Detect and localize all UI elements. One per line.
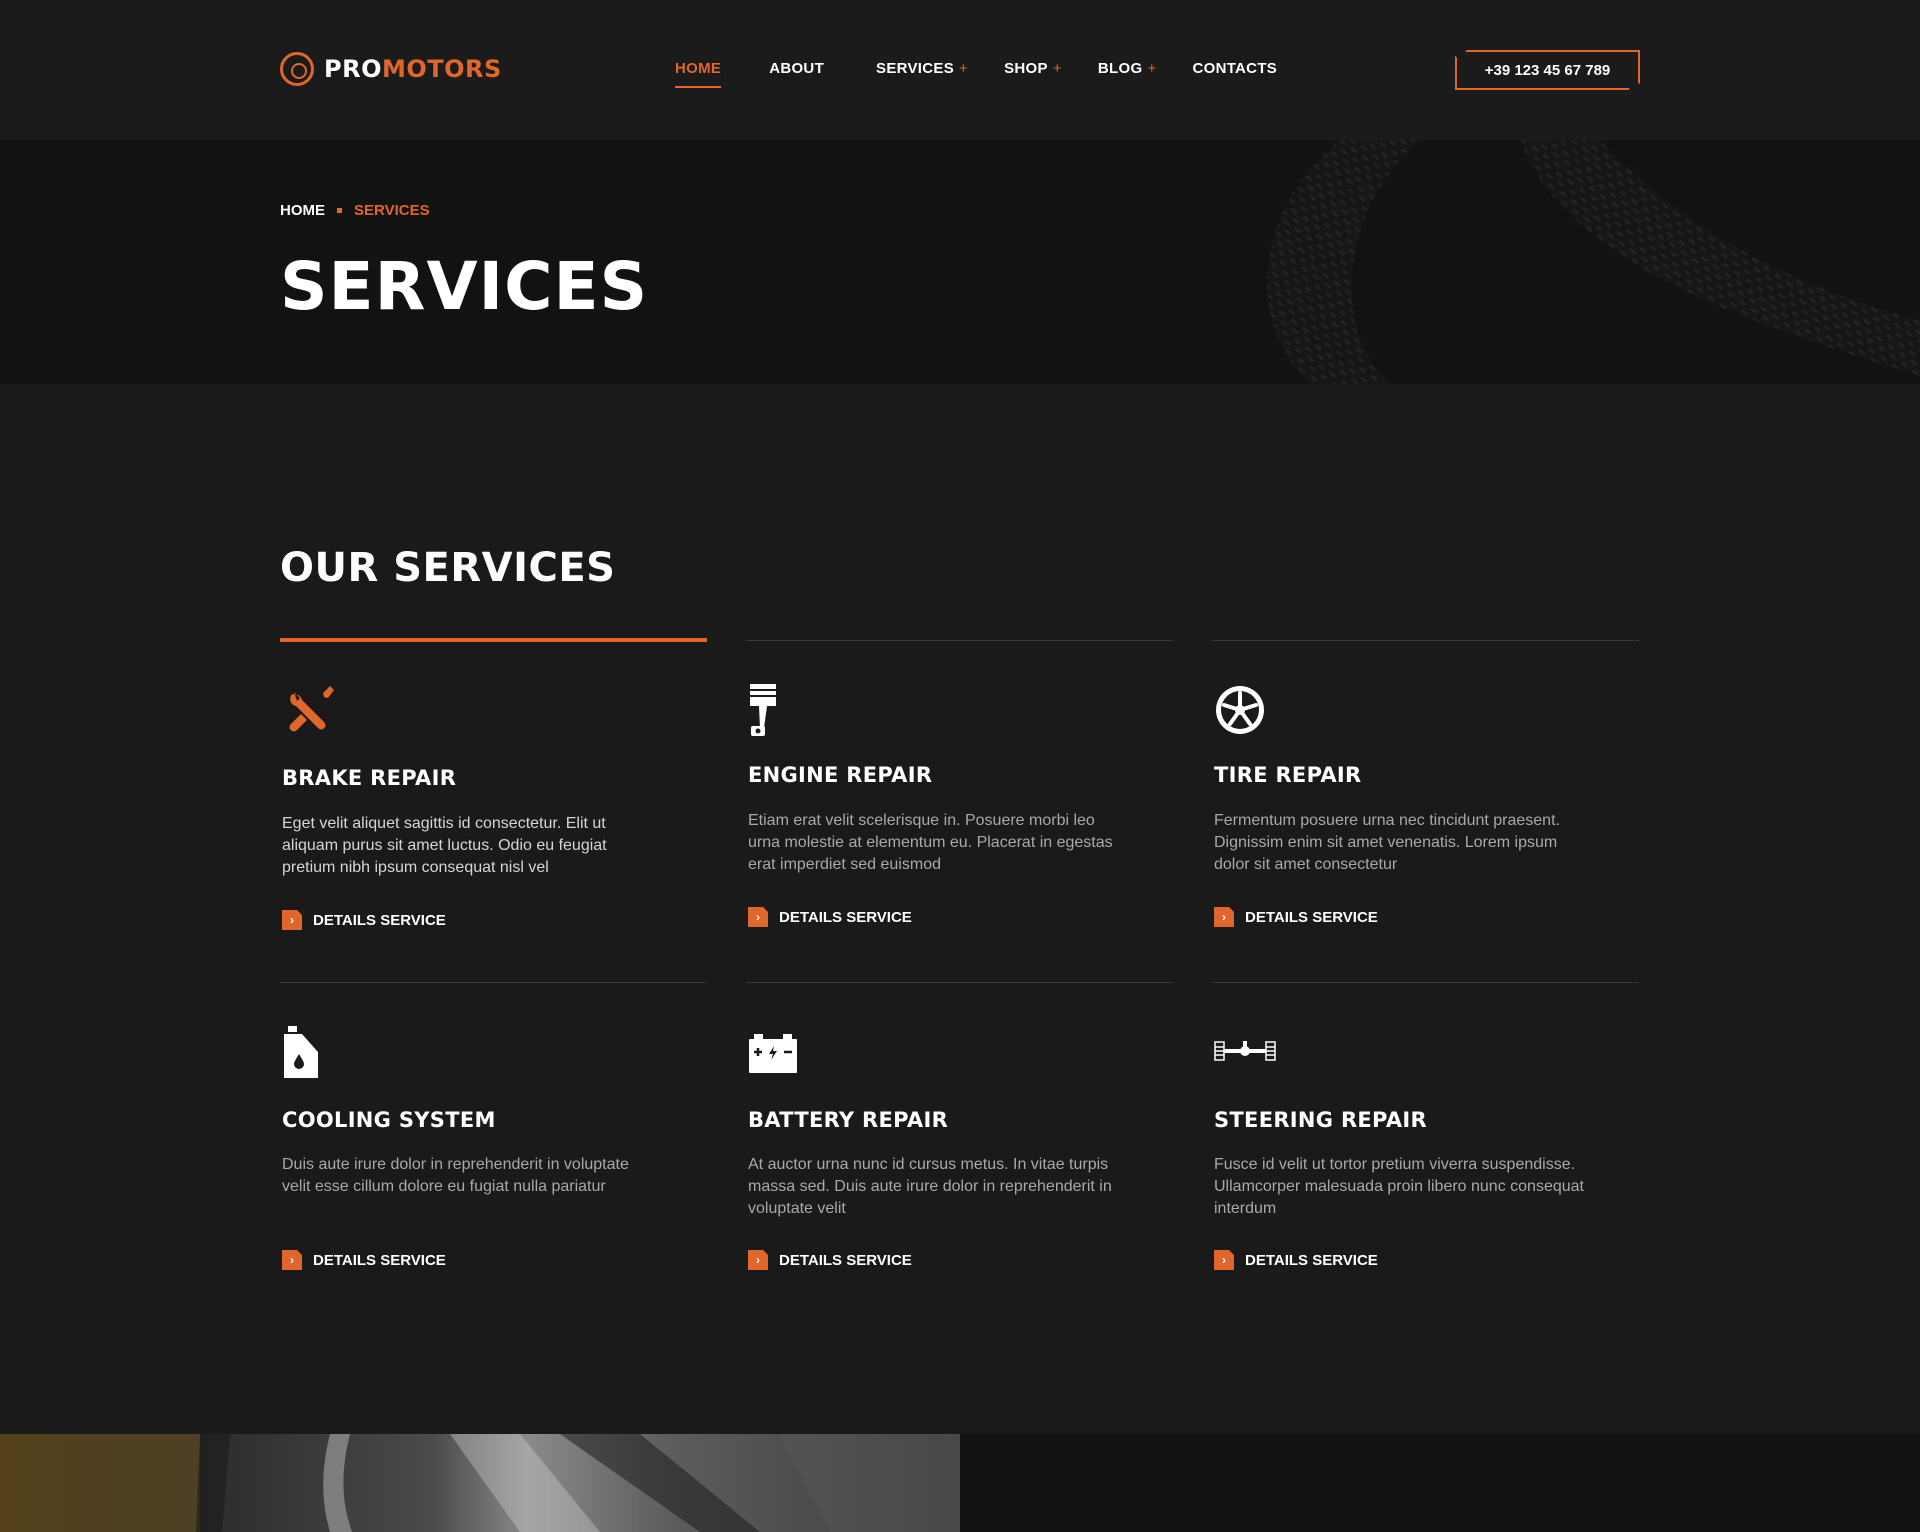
- nav-item-contacts[interactable]: CONTACTS: [1192, 60, 1277, 77]
- service-card-brake: BRAKE REPAIR Eget velit aliquet sagittis…: [280, 638, 710, 940]
- service-card-cooling: COOLING SYSTEM Duis aute irure dolor in …: [280, 982, 710, 1282]
- phone-number: +39 123 45 67 789: [1484, 61, 1611, 79]
- link-label: DETAILS SERVICE: [1245, 1251, 1378, 1269]
- link-label: DETAILS SERVICE: [313, 911, 446, 929]
- nav-item-label: SERVICES: [876, 60, 955, 77]
- card-divider: [280, 982, 707, 983]
- car-wheel-photo: [0, 1434, 960, 1532]
- service-card-steering: STEERING REPAIR Fusce id velit ut tortor…: [1212, 982, 1642, 1282]
- nav-item-label: ABOUT: [769, 60, 825, 77]
- card-title: COOLING SYSTEM: [282, 1108, 496, 1132]
- page-title-band: HOME SERVICES SERVICES: [0, 140, 1920, 384]
- card-description: Etiam erat velit scelerisque in. Posuere…: [748, 812, 1113, 873]
- submenu-plus-icon: +: [1147, 60, 1157, 77]
- breadcrumb-separator: [337, 208, 342, 213]
- card-description: Duis aute irure dolor in reprehenderit i…: [282, 1156, 629, 1195]
- logo[interactable]: PROMOTORS: [280, 52, 502, 86]
- service-card-battery: BATTERY REPAIR At auctor urna nunc id cu…: [746, 982, 1176, 1282]
- card-accent-line: [280, 638, 707, 642]
- arrow-right-icon: ›: [282, 910, 302, 930]
- axle-icon: [1214, 1041, 1276, 1061]
- tire-track-decoration: [1267, 140, 1920, 384]
- nav-item-blog[interactable]: BLOG +: [1098, 60, 1157, 77]
- card-divider: [1212, 640, 1639, 641]
- arrow-right-icon: ›: [1214, 1250, 1234, 1270]
- arrow-right-icon: ›: [748, 907, 768, 927]
- submenu-plus-icon: +: [1052, 60, 1062, 77]
- dark-panel: [960, 1434, 1920, 1532]
- card-description: At auctor urna nunc id cursus metus. In …: [748, 1156, 1112, 1217]
- breadcrumb-home-link[interactable]: HOME: [280, 202, 325, 219]
- card-title: TIRE REPAIR: [1214, 763, 1362, 787]
- car-wheel-photo-shapes: [0, 1434, 960, 1532]
- arrow-right-icon: ›: [1214, 907, 1234, 927]
- details-service-link[interactable]: › DETAILS SERVICE: [748, 907, 912, 927]
- arrow-right-icon: ›: [282, 1250, 302, 1270]
- card-divider: [746, 982, 1173, 983]
- card-divider: [1212, 982, 1639, 983]
- card-description: Eget velit aliquet sagittis id consectet…: [282, 815, 607, 876]
- wrench-screwdriver-icon: [289, 686, 334, 732]
- nav-item-services[interactable]: SERVICES +: [876, 60, 968, 77]
- nav-item-label: BLOG: [1097, 60, 1143, 77]
- arrow-right-icon: ›: [748, 1250, 768, 1270]
- submenu-plus-icon: +: [959, 60, 969, 77]
- section-title: OUR SERVICES: [280, 545, 616, 591]
- link-label: DETAILS SERVICE: [1245, 908, 1378, 926]
- details-service-link[interactable]: › DETAILS SERVICE: [282, 1250, 446, 1270]
- phone-button[interactable]: +39 123 45 67 789: [1455, 50, 1640, 90]
- card-description: Fermentum posuere urna nec tincidunt pra…: [1214, 812, 1560, 873]
- details-service-link[interactable]: › DETAILS SERVICE: [1214, 907, 1378, 927]
- card-description: Fusce id velit ut tortor pretium viverra…: [1214, 1156, 1584, 1217]
- logo-text-motors: MOTORS: [381, 55, 502, 83]
- battery-icon: [749, 1034, 797, 1073]
- details-service-link[interactable]: › DETAILS SERVICE: [1214, 1250, 1378, 1270]
- logo-wheel-icon: [280, 52, 314, 86]
- card-title: ENGINE REPAIR: [748, 763, 933, 787]
- details-service-link[interactable]: › DETAILS SERVICE: [282, 910, 446, 930]
- nav-item-label: SHOP: [1004, 60, 1048, 77]
- piston-icon: [750, 684, 776, 736]
- nav-item-home[interactable]: HOME: [675, 60, 722, 88]
- wheel-icon: [1216, 686, 1264, 734]
- card-divider: [746, 640, 1173, 641]
- page-title: SERVICES: [280, 248, 649, 325]
- nav-item-shop[interactable]: SHOP +: [1004, 60, 1062, 77]
- logo-text: PROMOTORS: [324, 55, 502, 83]
- card-title: BRAKE REPAIR: [282, 766, 457, 790]
- site-header: PROMOTORS HOME ABOUT SERVICES + SHOP + BLO…: [0, 0, 1920, 140]
- nav-item-label: HOME: [675, 60, 722, 77]
- breadcrumb: HOME SERVICES: [280, 202, 430, 219]
- service-card-tire: TIRE REPAIR Fermentum posuere urna nec t…: [1212, 640, 1642, 940]
- main-nav: HOME ABOUT SERVICES + SHOP + BLOG + CONTACT…: [675, 60, 1325, 88]
- nav-item-about[interactable]: ABOUT: [769, 60, 824, 77]
- breadcrumb-current: SERVICES: [354, 202, 430, 219]
- oil-canister-icon: [284, 1026, 318, 1078]
- logo-text-pro: PRO: [324, 55, 382, 83]
- nav-item-label: CONTACTS: [1192, 60, 1278, 77]
- card-title: STEERING REPAIR: [1214, 1108, 1427, 1132]
- link-label: DETAILS SERVICE: [313, 1251, 446, 1269]
- link-label: DETAILS SERVICE: [779, 908, 912, 926]
- details-service-link[interactable]: › DETAILS SERVICE: [748, 1250, 912, 1270]
- link-label: DETAILS SERVICE: [779, 1251, 912, 1269]
- card-title: BATTERY REPAIR: [748, 1108, 949, 1132]
- service-card-engine: ENGINE REPAIR Etiam erat velit scelerisq…: [746, 640, 1176, 940]
